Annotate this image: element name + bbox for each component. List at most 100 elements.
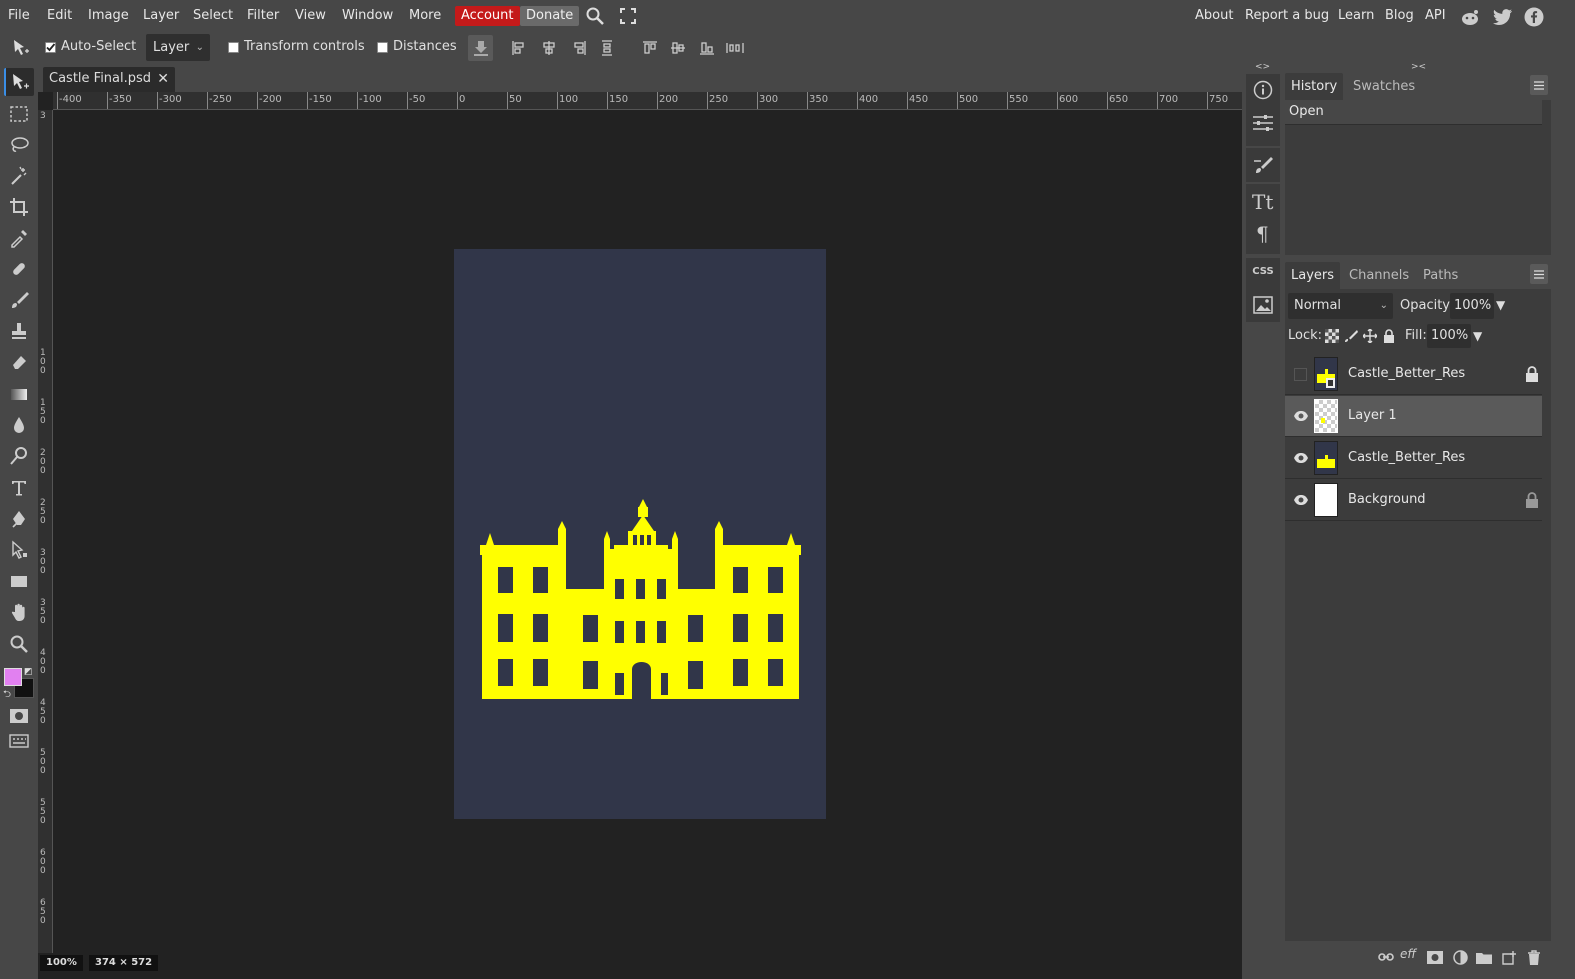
link-learn[interactable]: Learn (1338, 6, 1374, 26)
menu-filter[interactable]: Filter (247, 6, 279, 26)
lock-transparency-icon[interactable] (1324, 328, 1340, 344)
align-right-icon[interactable] (569, 38, 589, 58)
menu-edit[interactable]: Edit (47, 6, 72, 26)
auto-select-checkbox[interactable] (45, 42, 56, 53)
delete-layer-icon[interactable] (1525, 949, 1543, 965)
clone-stamp-icon[interactable] (4, 317, 34, 345)
add-mask-icon[interactable] (1426, 949, 1444, 965)
adjustments-icon[interactable] (1252, 114, 1274, 136)
dodge-tool-icon[interactable] (4, 442, 34, 470)
layer-effects-icon[interactable]: eff (1400, 947, 1416, 961)
distribute-h-icon[interactable] (597, 38, 617, 58)
new-folder-icon[interactable] (1475, 949, 1493, 965)
opacity-input[interactable]: 100% (1450, 293, 1494, 319)
blend-mode-select[interactable]: Normal ⌄ (1288, 293, 1393, 319)
twitter-icon[interactable] (1492, 6, 1514, 28)
download-icon[interactable] (468, 35, 493, 61)
menu-layer[interactable]: Layer (143, 6, 179, 26)
menu-view[interactable]: View (295, 6, 326, 26)
rectangle-tool-icon[interactable] (4, 567, 34, 595)
reddit-icon[interactable] (1459, 6, 1481, 28)
adjustment-layer-icon[interactable] (1451, 949, 1469, 965)
zoom-level[interactable]: 100% (40, 955, 83, 971)
visibility-toggle-hidden[interactable] (1294, 368, 1307, 381)
magic-wand-icon[interactable] (4, 162, 34, 190)
link-blog[interactable]: Blog (1385, 6, 1414, 26)
align-left-icon[interactable] (509, 38, 529, 58)
link-report-bug[interactable]: Report a bug (1245, 6, 1329, 26)
crop-tool-icon[interactable] (4, 193, 34, 221)
quick-mask-icon[interactable] (4, 702, 34, 730)
align-bottom-icon[interactable] (697, 38, 717, 58)
donate-button[interactable]: Donate (520, 6, 580, 26)
foreground-color-front[interactable] (4, 668, 22, 686)
layer-row[interactable]: Castle_Better_Res (1285, 354, 1542, 395)
hand-tool-icon[interactable] (4, 598, 34, 626)
expand-arrows-icon[interactable]: >< (1411, 62, 1426, 72)
brush-tool-icon[interactable] (4, 286, 34, 314)
menu-file[interactable]: File (8, 6, 30, 26)
link-about[interactable]: About (1195, 6, 1233, 26)
lock-pixels-icon[interactable] (1343, 328, 1359, 344)
align-center-h-icon[interactable] (539, 38, 559, 58)
eye-icon[interactable] (1293, 409, 1309, 423)
image-icon[interactable] (1253, 296, 1273, 318)
document-tab[interactable]: Castle Final.psd ✕ (43, 67, 175, 92)
new-layer-icon[interactable] (1500, 949, 1518, 965)
fullscreen-icon[interactable] (618, 6, 638, 26)
info-icon[interactable] (1253, 80, 1273, 104)
menu-more[interactable]: More (409, 6, 441, 26)
fill-input[interactable]: 100% (1427, 324, 1471, 348)
css-icon[interactable]: CSS (1252, 266, 1273, 277)
layer-row[interactable]: Layer 1 (1285, 396, 1542, 437)
fill-dropdown-icon[interactable]: ▼ (1473, 329, 1482, 343)
distribute-v-icon[interactable] (724, 38, 746, 58)
move-tool-button[interactable] (4, 68, 34, 96)
marquee-tool-icon[interactable] (4, 100, 34, 128)
blur-tool-icon[interactable] (4, 411, 34, 439)
eyedropper-icon[interactable] (4, 224, 34, 252)
paragraph-icon[interactable]: ¶ (1254, 222, 1272, 248)
pen-tool-icon[interactable] (4, 505, 34, 533)
canvas[interactable] (454, 249, 826, 819)
lock-position-icon[interactable] (1362, 328, 1378, 344)
history-item[interactable]: Open (1285, 100, 1542, 125)
layers-menu-icon[interactable] (1530, 264, 1548, 284)
collapse-arrows-icon[interactable]: <> (1255, 62, 1270, 72)
layer-row[interactable]: Background (1285, 480, 1542, 521)
type-tool-icon[interactable] (4, 474, 34, 502)
align-top-icon[interactable] (640, 38, 660, 58)
character-icon[interactable]: Tt (1252, 190, 1274, 216)
healing-brush-icon[interactable] (4, 255, 34, 283)
tab-layers[interactable]: Layers (1285, 262, 1341, 289)
layer-row[interactable]: Castle_Better_Res (1285, 438, 1542, 479)
menu-image[interactable]: Image (88, 6, 129, 26)
auto-select-target-select[interactable]: Layer ⌄ (146, 34, 210, 61)
link-layers-icon[interactable] (1377, 949, 1395, 965)
eye-icon[interactable] (1293, 493, 1309, 507)
gradient-tool-icon[interactable] (4, 380, 34, 408)
facebook-icon[interactable] (1523, 6, 1545, 28)
brush-settings-button[interactable] (1246, 148, 1280, 182)
align-middle-v-icon[interactable] (668, 38, 688, 58)
zoom-tool-icon[interactable] (4, 630, 34, 658)
path-select-icon[interactable] (4, 536, 34, 564)
menu-window[interactable]: Window (342, 6, 393, 26)
link-api[interactable]: API (1425, 6, 1446, 26)
tab-channels[interactable]: Channels (1343, 262, 1415, 289)
default-colors-icon[interactable]: ◩ (24, 667, 33, 677)
keyboard-icon[interactable] (4, 727, 34, 755)
menu-select[interactable]: Select (193, 6, 233, 26)
tab-paths[interactable]: Paths (1417, 262, 1464, 289)
transform-controls-checkbox[interactable] (228, 42, 239, 53)
history-menu-icon[interactable] (1530, 75, 1548, 95)
distances-checkbox[interactable] (377, 42, 388, 53)
eye-icon[interactable] (1293, 451, 1309, 465)
account-button[interactable]: Account (455, 6, 520, 26)
lock-all-icon[interactable] (1381, 328, 1397, 344)
lasso-tool-icon[interactable] (4, 131, 34, 159)
search-icon[interactable] (585, 6, 605, 26)
eraser-icon[interactable] (4, 348, 34, 376)
opacity-dropdown-icon[interactable]: ▼ (1496, 298, 1505, 312)
tab-swatches[interactable]: Swatches (1347, 73, 1421, 100)
